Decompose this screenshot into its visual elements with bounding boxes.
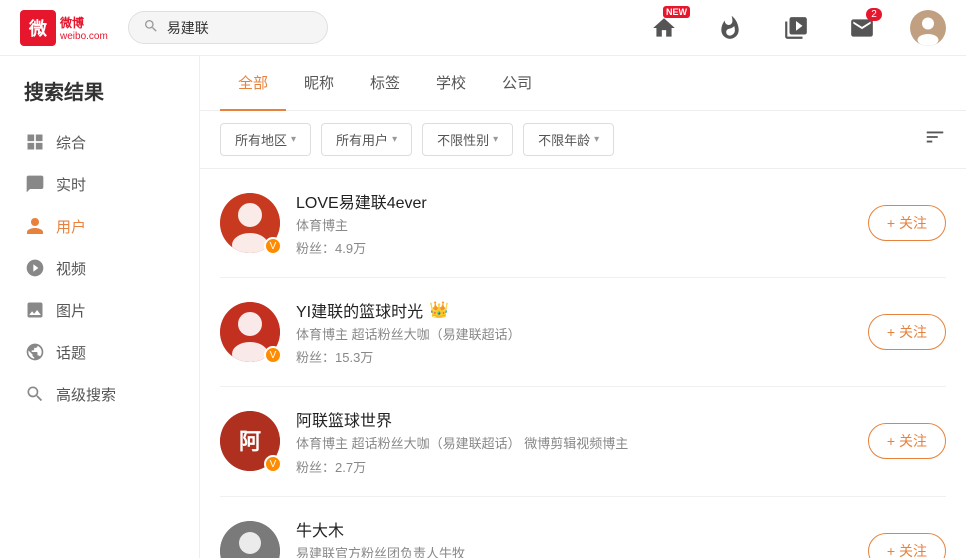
sidebar-item-tupian[interactable]: 图片 bbox=[0, 289, 199, 331]
chevron-down-icon: ▾ bbox=[493, 134, 498, 145]
user-desc-1: 体育博主 bbox=[296, 217, 852, 235]
user-name-2: YI建联的篮球时光 bbox=[296, 298, 423, 322]
sidebar-label-tupian: 图片 bbox=[56, 300, 86, 321]
vip-badge-2: V bbox=[264, 346, 282, 364]
sidebar-label-yonghu: 用户 bbox=[56, 216, 86, 237]
user-avatar-1: V bbox=[220, 193, 280, 253]
sidebar-item-huati[interactable]: 话题 bbox=[0, 331, 199, 373]
user-desc-2: 体育博主 超话粉丝大咖（易建联超话） bbox=[296, 326, 852, 344]
filter-region[interactable]: 所有地区 ▾ bbox=[220, 123, 311, 156]
user-avatar-2: V bbox=[220, 302, 280, 362]
user-name-row-3: 阿联篮球世界 bbox=[296, 407, 852, 431]
tab-tag[interactable]: 标签 bbox=[352, 56, 418, 111]
sidebar-item-zonghe[interactable]: 综合 bbox=[0, 121, 199, 163]
user-avatar-nav[interactable] bbox=[910, 10, 946, 46]
user-name-row-2: YI建联的篮球时光 👑 bbox=[296, 298, 852, 322]
user-info-2: YI建联的篮球时光 👑 体育博主 超话粉丝大咖（易建联超话） 粉丝：15.3万 bbox=[296, 298, 852, 366]
user-icon bbox=[24, 215, 46, 237]
user-fans-1: 粉丝：4.9万 bbox=[296, 238, 852, 257]
header-nav: NEW 2 bbox=[646, 10, 946, 46]
message-nav-item[interactable]: 2 bbox=[844, 10, 880, 46]
crown-icon-2: 👑 bbox=[429, 300, 449, 320]
weibo-logo-icon: 微 bbox=[20, 10, 56, 46]
logo-domain-text: weibo.com bbox=[60, 31, 108, 42]
follow-button-2[interactable]: + 关注 bbox=[868, 314, 946, 350]
sidebar-item-shishi[interactable]: 实时 bbox=[0, 163, 199, 205]
content-area: 全部 昵称 标签 学校 公司 所有地区 ▾ 所有用户 ▾ 不限性别 ▾ bbox=[200, 56, 966, 558]
svg-text:阿: 阿 bbox=[239, 429, 261, 454]
search-icon bbox=[143, 18, 159, 37]
search-bar[interactable] bbox=[128, 11, 328, 44]
sidebar-item-gaoji[interactable]: 高级搜索 bbox=[0, 373, 199, 415]
chevron-down-icon: ▾ bbox=[291, 134, 296, 145]
user-info-4: 牛大木 易建联官方粉丝团负责人牛牧 粉丝：5469 bbox=[296, 517, 852, 558]
sidebar-label-shishi: 实时 bbox=[56, 174, 86, 195]
user-item: V YI建联的篮球时光 👑 体育博主 超话粉丝大咖（易建联超话） 粉丝：15.3… bbox=[220, 278, 946, 387]
logo-weibo-text: 微博 bbox=[60, 14, 108, 31]
chat-icon bbox=[24, 173, 46, 195]
message-badge: 2 bbox=[866, 8, 882, 21]
video-nav-item[interactable] bbox=[778, 10, 814, 46]
search-input[interactable] bbox=[167, 20, 313, 36]
tabs-bar: 全部 昵称 标签 学校 公司 bbox=[200, 56, 966, 111]
new-badge: NEW bbox=[663, 6, 690, 18]
filter-user-type[interactable]: 所有用户 ▾ bbox=[321, 123, 412, 156]
filter-age[interactable]: 不限年龄 ▾ bbox=[523, 123, 614, 156]
logo[interactable]: 微 微博 weibo.com bbox=[20, 10, 108, 46]
sidebar-label-zonghe: 综合 bbox=[56, 132, 86, 153]
user-info-3: 阿联篮球世界 体育博主 超话粉丝大咖（易建联超话） 微博剪辑视频博主 粉丝：2.… bbox=[296, 407, 852, 475]
user-item: V 牛大木 易建联官方粉丝团负责人牛牧 粉丝：5469 + 关注 bbox=[220, 497, 946, 558]
user-desc-3: 体育博主 超话粉丝大咖（易建联超话） 微博剪辑视频博主 bbox=[296, 435, 852, 453]
home-nav-item[interactable]: NEW bbox=[646, 10, 682, 46]
user-item: 阿 V 阿联篮球世界 体育博主 超话粉丝大咖（易建联超话） 微博剪辑视频博主 粉… bbox=[220, 387, 946, 496]
user-desc-4: 易建联官方粉丝团负责人牛牧 bbox=[296, 545, 852, 558]
user-info-1: LOVE易建联4ever 体育博主 粉丝：4.9万 bbox=[296, 189, 852, 257]
follow-button-1[interactable]: + 关注 bbox=[868, 205, 946, 241]
vip-badge-3: V bbox=[264, 455, 282, 473]
content-inner: 全部 昵称 标签 学校 公司 所有地区 ▾ 所有用户 ▾ 不限性别 ▾ bbox=[200, 56, 966, 558]
filter-gender[interactable]: 不限性别 ▾ bbox=[422, 123, 513, 156]
user-avatar-3: 阿 V bbox=[220, 411, 280, 471]
vip-badge-1: V bbox=[264, 237, 282, 255]
user-list: V LOVE易建联4ever 体育博主 粉丝：4.9万 + 关注 bbox=[200, 169, 966, 558]
user-name-row-1: LOVE易建联4ever bbox=[296, 189, 852, 213]
tab-school[interactable]: 学校 bbox=[418, 56, 484, 111]
sidebar-label-huati: 话题 bbox=[56, 342, 86, 363]
follow-button-4[interactable]: + 关注 bbox=[868, 533, 946, 558]
sidebar-title: 搜索结果 bbox=[0, 76, 199, 121]
chevron-down-icon: ▾ bbox=[594, 134, 599, 145]
advanced-search-icon bbox=[24, 383, 46, 405]
tab-all[interactable]: 全部 bbox=[220, 56, 286, 111]
sidebar-item-yonghu[interactable]: 用户 bbox=[0, 205, 199, 247]
user-fans-2: 粉丝：15.3万 bbox=[296, 347, 852, 366]
follow-button-3[interactable]: + 关注 bbox=[868, 423, 946, 459]
sort-icon[interactable] bbox=[924, 126, 946, 153]
user-name-row-4: 牛大木 bbox=[296, 517, 852, 541]
user-name-1: LOVE易建联4ever bbox=[296, 189, 427, 213]
image-icon bbox=[24, 299, 46, 321]
user-avatar-4: V bbox=[220, 521, 280, 558]
user-fans-3: 粉丝：2.7万 bbox=[296, 457, 852, 476]
user-name-3: 阿联篮球世界 bbox=[296, 407, 392, 431]
user-item: V LOVE易建联4ever 体育博主 粉丝：4.9万 + 关注 bbox=[220, 169, 946, 278]
main-layout: 搜索结果 综合 实时 用户 视频 bbox=[0, 56, 966, 558]
filters-bar: 所有地区 ▾ 所有用户 ▾ 不限性别 ▾ 不限年龄 ▾ bbox=[200, 111, 966, 169]
sidebar-label-gaoji: 高级搜索 bbox=[56, 384, 116, 405]
video-icon bbox=[24, 257, 46, 279]
chevron-down-icon: ▾ bbox=[392, 134, 397, 145]
grid-icon bbox=[24, 131, 46, 153]
globe-icon bbox=[24, 341, 46, 363]
hot-nav-item[interactable] bbox=[712, 10, 748, 46]
header: 微 微博 weibo.com NEW 2 bbox=[0, 0, 966, 56]
sidebar-item-shipin[interactable]: 视频 bbox=[0, 247, 199, 289]
tab-nickname[interactable]: 昵称 bbox=[286, 56, 352, 111]
sidebar-label-shipin: 视频 bbox=[56, 258, 86, 279]
tab-company[interactable]: 公司 bbox=[484, 56, 550, 111]
user-name-4: 牛大木 bbox=[296, 517, 344, 541]
sidebar: 搜索结果 综合 实时 用户 视频 bbox=[0, 56, 200, 558]
